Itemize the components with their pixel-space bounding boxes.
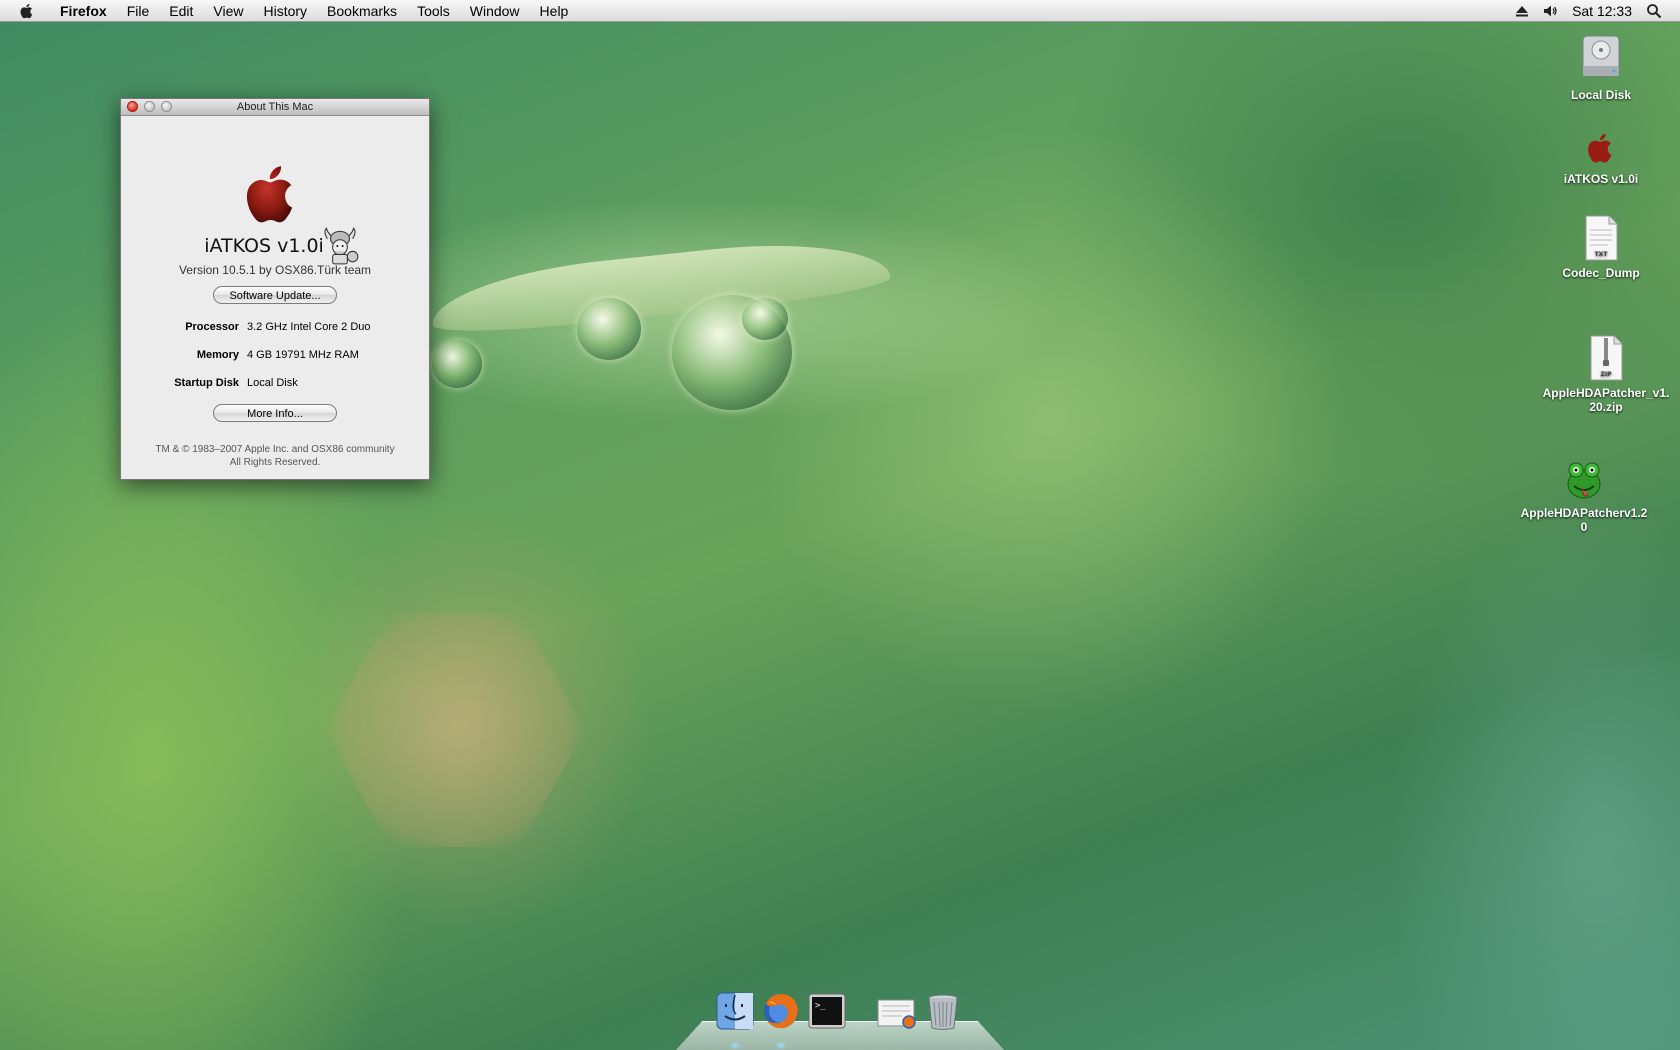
more-info-button[interactable]: More Info... xyxy=(213,404,337,422)
desktop[interactable]: Firefox File Edit View History Bookmarks… xyxy=(0,0,1680,1050)
bokeh-decoration xyxy=(325,613,585,847)
leaf-decoration xyxy=(428,231,892,339)
desktop-icon-applehdapatcher-app[interactable]: AppleHDAPatcherv1.2 0 xyxy=(1514,458,1654,534)
trash-icon[interactable] xyxy=(922,990,964,1032)
about-body: iATKOS v1.0i Version 10.5.1 by OSX86.Tür… xyxy=(121,116,429,479)
copyright-line: TM & © 1983–2007 Apple Inc. and OSX86 co… xyxy=(155,444,395,455)
os-name-text: iATKOS v1.0i xyxy=(204,235,324,257)
menu-extras: Sat 12:33 xyxy=(1508,0,1680,22)
os-name: iATKOS v1.0i xyxy=(121,235,429,257)
svg-text:>_: >_ xyxy=(815,1001,826,1011)
window-title: About This Mac xyxy=(236,101,314,113)
menu-bookmarks[interactable]: Bookmarks xyxy=(317,0,407,22)
desktop-icon-label: AppleHDAPatcher_v1. 20.zip xyxy=(1542,386,1670,414)
menu-bar: Firefox File Edit View History Bookmarks… xyxy=(0,0,1680,22)
desktop-icon-label: iATKOS v1.0i xyxy=(1563,172,1639,186)
svg-text:ZIP: ZIP xyxy=(1601,371,1613,378)
frog-app-icon xyxy=(1567,462,1601,499)
zip-archive-icon: ZIP xyxy=(1590,335,1623,381)
processor-label: Processor xyxy=(185,321,239,333)
startup-disk-label: Startup Disk xyxy=(174,377,239,389)
water-droplet xyxy=(577,298,641,360)
os-version: Version 10.5.1 by OSX86.Türk team xyxy=(178,263,372,277)
dock-running-indicator xyxy=(732,1044,738,1047)
desktop-icon-label: Codec_Dump xyxy=(1562,266,1640,280)
desktop-icon-codec-dump[interactable]: TXT Codec_Dump xyxy=(1550,214,1652,280)
menu-window[interactable]: Window xyxy=(460,0,530,22)
eject-icon[interactable] xyxy=(1514,3,1530,19)
window-titlebar[interactable]: About This Mac xyxy=(121,99,429,116)
water-droplet xyxy=(432,340,482,388)
processor-value: 3.2 GHz Intel Core 2 Duo xyxy=(247,321,371,333)
menu-history[interactable]: History xyxy=(253,0,317,22)
startup-disk-value: Local Disk xyxy=(247,377,298,389)
water-droplet xyxy=(742,298,788,340)
apple-volume-icon xyxy=(1588,133,1612,163)
dock-running-indicator xyxy=(778,1044,784,1047)
menu-file[interactable]: File xyxy=(117,0,160,22)
menu-clock[interactable]: Sat 12:33 xyxy=(1564,0,1640,22)
desktop-icon-label: Local Disk xyxy=(1570,88,1632,102)
hard-disk-icon xyxy=(1582,35,1620,77)
spotlight-search-icon[interactable] xyxy=(1646,3,1662,19)
menu-help[interactable]: Help xyxy=(530,0,579,22)
firefox-icon[interactable] xyxy=(760,990,802,1032)
apple-logo-icon xyxy=(246,166,293,223)
svg-text:TXT: TXT xyxy=(1595,251,1609,258)
menu-tools[interactable]: Tools xyxy=(407,0,460,22)
txt-document-icon: TXT xyxy=(1585,215,1618,261)
dock: >_ xyxy=(675,988,1005,1050)
desktop-icon-iatkos[interactable]: iATKOS v1.0i xyxy=(1550,128,1652,186)
volume-icon[interactable] xyxy=(1542,3,1558,19)
memory-value: 4 GB 19791 MHz RAM xyxy=(247,349,359,361)
menu-edit[interactable]: Edit xyxy=(159,0,203,22)
desktop-icon-applehdapatcher-zip[interactable]: ZIP AppleHDAPatcher_v1. 20.zip xyxy=(1538,334,1674,414)
copyright-text: TM & © 1983–2007 Apple Inc. and OSX86 co… xyxy=(121,443,429,469)
software-update-button[interactable]: Software Update... xyxy=(213,286,337,304)
memory-label: Memory xyxy=(196,349,239,361)
menu-app-firefox[interactable]: Firefox xyxy=(50,0,117,22)
about-this-mac-window: About This Mac iATKOS v1.0i Version 10.5… xyxy=(120,98,430,480)
rights-line: All Rights Reserved. xyxy=(229,457,321,468)
downloads-stack-icon[interactable] xyxy=(876,990,918,1032)
terminal-icon[interactable]: >_ xyxy=(806,990,848,1032)
desktop-icon-label: AppleHDAPatcherv1.2 0 xyxy=(1520,506,1648,534)
desktop-icon-local-disk[interactable]: Local Disk xyxy=(1550,30,1652,102)
menu-view[interactable]: View xyxy=(203,0,253,22)
apple-menu-icon[interactable] xyxy=(18,2,36,20)
finder-icon[interactable] xyxy=(714,990,756,1032)
